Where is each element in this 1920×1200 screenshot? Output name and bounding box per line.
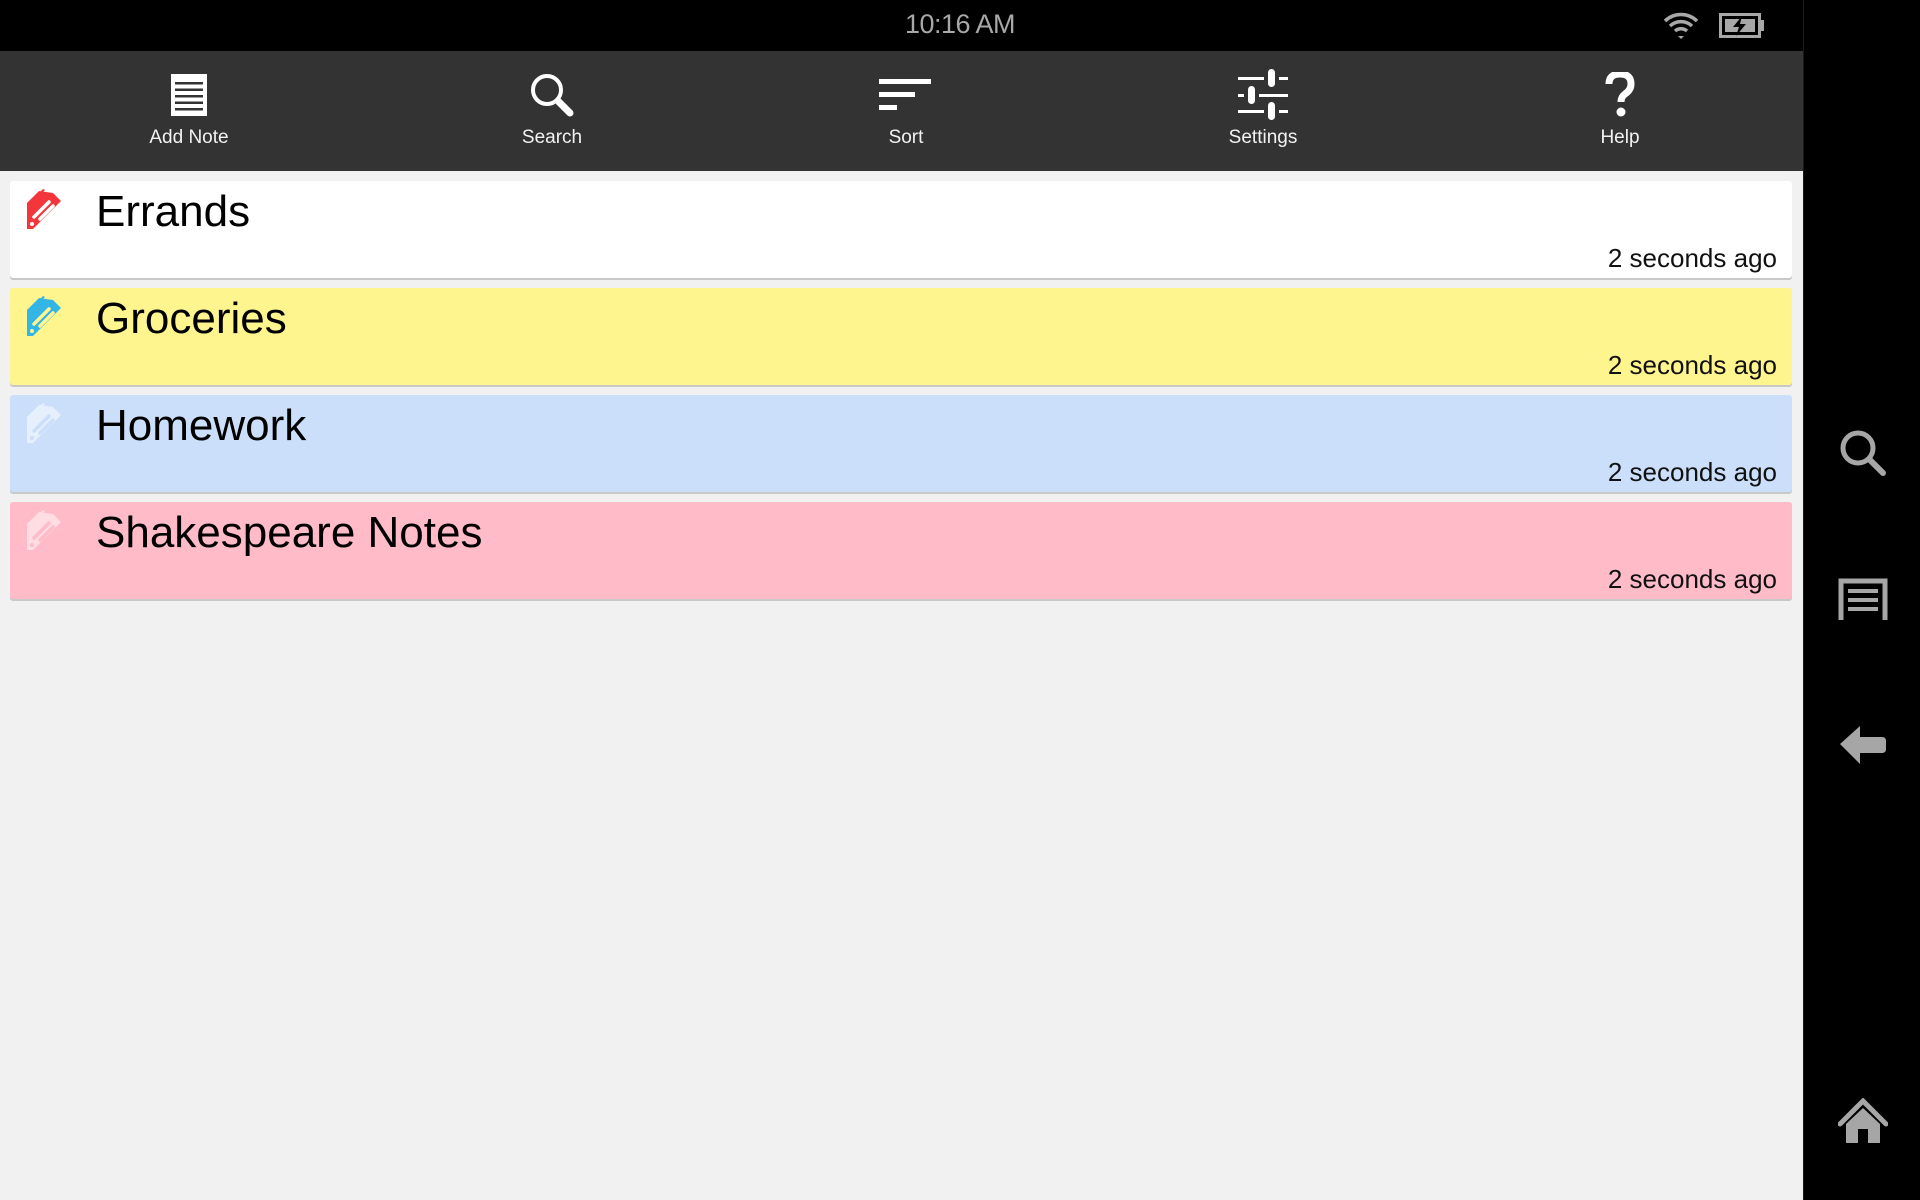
tag-icon xyxy=(27,296,61,336)
sort-button[interactable]: Sort xyxy=(806,51,1006,171)
tag-icon xyxy=(27,403,61,443)
status-time: 10:16 AM xyxy=(904,9,1016,39)
add-note-icon xyxy=(171,74,207,116)
navigation-bar xyxy=(1803,0,1920,1200)
tag-icon xyxy=(27,189,61,229)
menu-icon xyxy=(1838,578,1887,620)
tag-icon xyxy=(27,510,61,550)
note-timestamp: 2 seconds ago xyxy=(1607,243,1777,273)
note-title: Shakespeare Notes xyxy=(96,508,483,557)
add-note-button[interactable]: Add Note xyxy=(89,51,289,171)
search-button[interactable]: Search xyxy=(452,51,652,171)
battery-charging-icon xyxy=(1719,13,1765,44)
sort-label: Sort xyxy=(888,127,924,148)
nav-search-button[interactable] xyxy=(1804,428,1920,478)
search-icon xyxy=(1840,430,1886,476)
search-icon xyxy=(531,74,574,117)
note-item[interactable]: Errands 2 seconds ago xyxy=(10,181,1792,278)
note-timestamp: 2 seconds ago xyxy=(1607,350,1777,380)
settings-icon xyxy=(1238,69,1288,120)
note-title: Homework xyxy=(96,401,307,450)
note-item[interactable]: Homework 2 seconds ago xyxy=(10,395,1792,492)
note-timestamp: 2 seconds ago xyxy=(1607,564,1777,594)
help-button[interactable]: Help xyxy=(1520,51,1720,171)
notes-list: Errands 2 seconds ago Groceries 2 second… xyxy=(10,181,1792,609)
note-title: Groceries xyxy=(96,294,287,343)
nav-back-button[interactable] xyxy=(1804,725,1920,767)
wifi-icon xyxy=(1663,12,1699,45)
back-icon xyxy=(1839,726,1886,764)
help-label: Help xyxy=(1600,127,1640,148)
search-label: Search xyxy=(521,127,583,148)
status-bar: 10:16 AM xyxy=(0,0,1803,51)
action-bar: Add Note Search Sort Settings Help xyxy=(0,51,1803,171)
note-item[interactable]: Shakespeare Notes 2 seconds ago xyxy=(10,502,1792,599)
note-timestamp: 2 seconds ago xyxy=(1607,457,1777,487)
nav-menu-button[interactable] xyxy=(1804,578,1920,620)
note-title: Errands xyxy=(96,187,251,236)
nav-home-button[interactable] xyxy=(1804,1098,1920,1144)
home-icon xyxy=(1837,1098,1888,1143)
sort-icon xyxy=(879,79,931,110)
settings-label: Settings xyxy=(1228,127,1298,148)
help-icon xyxy=(1605,72,1635,117)
add-note-label: Add Note xyxy=(149,127,229,148)
note-item[interactable]: Groceries 2 seconds ago xyxy=(10,288,1792,385)
settings-button[interactable]: Settings xyxy=(1163,51,1363,171)
